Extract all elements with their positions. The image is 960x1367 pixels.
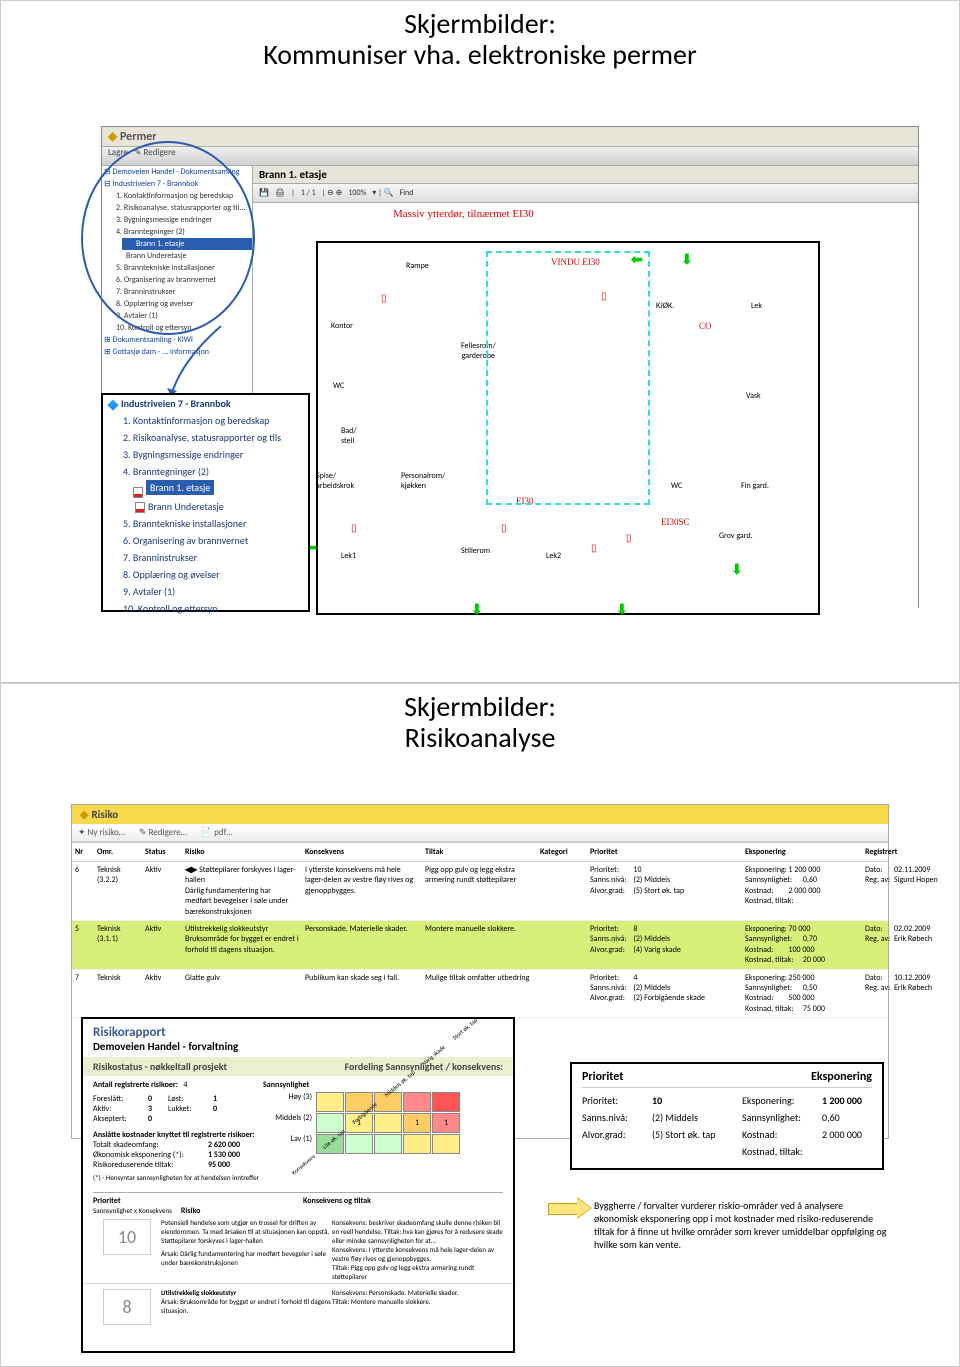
- risk-row-selected[interactable]: 5Teknisk (3.1.1)Aktiv Utilstrekkelig slo…: [72, 921, 888, 970]
- pdf-button[interactable]: 📄 pdf…: [201, 827, 233, 838]
- slide-2: Skjermbilder: Risikoanalyse ◆Risiko ✦ Ny…: [0, 683, 960, 1367]
- tree-item[interactable]: 5. Branntekniske installasjoner: [103, 515, 308, 532]
- risk-row[interactable]: 6Teknisk (3.2.2)Aktiv ◀▶ Støttepilarer f…: [72, 862, 888, 921]
- tree-navigation-zoom: Industriveien 7 - Brannbok 1. Kontaktinf…: [101, 393, 310, 612]
- tree-item[interactable]: 1. Kontaktinformasjon og beredskap: [103, 412, 308, 429]
- arrow-icon: [548, 1199, 592, 1217]
- tree-item-selected[interactable]: Brann 1. etasje: [146, 480, 214, 495]
- print-icon[interactable]: 🖨: [275, 188, 285, 198]
- tree-item[interactable]: 9. Avtaler (1): [103, 583, 308, 600]
- slide2-title: Skjermbilder: Risikoanalyse: [1, 684, 959, 754]
- risk-row[interactable]: 7TekniskAktiv Glatte gulv Publikum kan s…: [72, 970, 888, 1019]
- tree-item-selected[interactable]: Brann 1. etasje: [122, 238, 252, 250]
- document-pane: Brann 1. etasje 💾 🖨 | 1 / 1 | ⊖ ⊕ 100% ▾…: [252, 166, 918, 608]
- edit-button[interactable]: ✎ Redigere…: [139, 827, 187, 838]
- title-line1: Skjermbilder:: [1, 9, 959, 40]
- tree-item[interactable]: 4. Branntegninger (2): [103, 463, 308, 480]
- risk-report: Risikorapport Demoveien Handel - forvalt…: [81, 1017, 515, 1353]
- tree-item[interactable]: 8. Opplæring og øvelser: [103, 566, 308, 583]
- pdf-icon: [133, 487, 143, 498]
- save-icon[interactable]: 💾: [259, 188, 269, 198]
- new-risk-button[interactable]: ✦ Ny risiko…: [78, 827, 125, 838]
- tree-item[interactable]: 6. Organisering av brannvernet: [103, 532, 308, 549]
- priority-zoom: PrioritetEksponering Prioritet:10Ekspone…: [570, 1062, 884, 1170]
- tree-item[interactable]: Brann Underetasje: [103, 498, 308, 515]
- doc-title: Brann 1. etasje: [253, 166, 918, 184]
- title-line2: Kommuniser vha. elektroniske permer: [1, 40, 959, 71]
- priority-box: 8: [103, 1289, 151, 1325]
- risiko-toolbar[interactable]: ✦ Ny risiko… ✎ Redigere… 📄 pdf…: [72, 824, 888, 842]
- slide1-title: Skjermbilder: Kommuniser vha. elektronis…: [1, 1, 959, 71]
- app-toolbar[interactable]: Lagre ✎ Redigere: [102, 147, 918, 166]
- pdf-icon: [135, 502, 145, 513]
- floorplan-annotation: Massiv ytterdør, tilnærmet EI30: [393, 208, 534, 220]
- floorplan-canvas: Massiv ytterdør, tilnærmet EI30 Rampe VI…: [253, 203, 918, 608]
- pdf-toolbar[interactable]: 💾 🖨 | 1 / 1 | ⊖ ⊕ 100% ▾ | 🔍 Find: [253, 184, 918, 203]
- slide-1: Skjermbilder: Kommuniser vha. elektronis…: [0, 0, 960, 683]
- tree-item[interactable]: 10. Kontroll og ettersyn: [103, 600, 308, 617]
- tree-item[interactable]: 3. Bygningsmessige endringer: [103, 446, 308, 463]
- app-titlebar: ◆ Permer: [102, 127, 918, 147]
- callout-text: Byggherre / forvalter vurderer riskio-om…: [594, 1199, 889, 1251]
- risiko-titlebar: ◆Risiko: [72, 805, 888, 824]
- tree-item[interactable]: 2. Risikoanalyse, statusrapporter og til…: [103, 429, 308, 446]
- priority-box: 10: [103, 1219, 151, 1255]
- tree-item[interactable]: 7. Branninstrukser: [103, 549, 308, 566]
- risk-table-header: NrOmr.Status RisikoKonsekvensTiltak Kate…: [72, 842, 888, 862]
